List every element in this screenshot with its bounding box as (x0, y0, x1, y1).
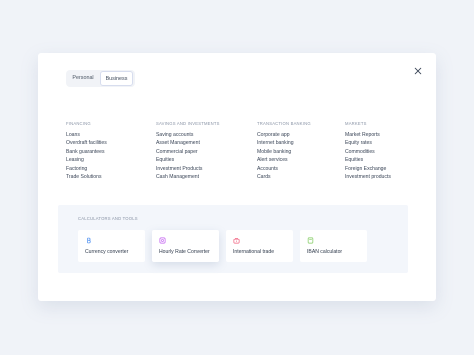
menu-link[interactable]: Asset Management (156, 139, 220, 147)
column-heading: SAVINGS AND INVESTMENTS (156, 121, 220, 126)
menu-link[interactable]: Commodities (345, 148, 391, 156)
menu-link[interactable]: Market Reports (345, 131, 391, 139)
tool-card-currency-converter[interactable]: Currency converter (78, 230, 145, 262)
menu-link[interactable]: Loans (66, 131, 107, 139)
toggle-personal[interactable]: Personal (66, 70, 100, 87)
menu-link[interactable]: Accounts (257, 165, 311, 173)
tool-card-label: Currency converter (85, 249, 129, 255)
clock-icon (159, 237, 166, 244)
close-button[interactable] (412, 64, 424, 76)
menu-link[interactable]: Investment products (345, 173, 391, 181)
menu-column-markets: MARKETS Market Reports Equity rates Comm… (345, 121, 391, 181)
menu-link[interactable]: Bank guarantees (66, 148, 107, 156)
menu-link[interactable]: Mobile banking (257, 148, 311, 156)
menu-column-savings: SAVINGS AND INVESTMENTS Saving accounts … (156, 121, 220, 181)
close-icon (414, 67, 422, 75)
menu-link[interactable]: Internet banking (257, 139, 311, 147)
navigation-panel: Personal Business FINANCING Loans Overdr… (38, 53, 436, 301)
tools-heading: CALCULATORS AND TOOLS (78, 216, 138, 221)
column-heading: FINANCING (66, 121, 91, 126)
menu-link[interactable]: Equities (156, 156, 220, 164)
tools-section: CALCULATORS AND TOOLS Currency converter… (58, 205, 408, 273)
menu-link[interactable]: Overdraft facilities (66, 139, 107, 147)
menu-link[interactable]: Trade Solutions (66, 173, 107, 181)
menu-link[interactable]: Foreign Exchange (345, 165, 391, 173)
tool-card-hourly-rate-converter[interactable]: Hourly Rate Converter (152, 230, 219, 262)
menu-link[interactable]: Saving accounts (156, 131, 220, 139)
column-heading: MARKETS (345, 121, 367, 126)
tool-card-label: International trade (233, 249, 275, 255)
column-heading: TRANSACTION BANKING (257, 121, 311, 126)
tool-card-label: IBAN calculator (307, 249, 343, 255)
account-type-toggle: Personal Business (66, 70, 135, 87)
menu-link[interactable]: Commercial paper (156, 148, 220, 156)
menu-link[interactable]: Cash Management (156, 173, 220, 181)
menu-link[interactable]: Equities (345, 156, 391, 164)
menu-link[interactable]: Corporate app (257, 131, 311, 139)
briefcase-icon (233, 237, 240, 244)
menu-link[interactable]: Investment Products (156, 165, 220, 173)
tool-card-international-trade[interactable]: International trade (226, 230, 293, 262)
menu-link[interactable]: Alert services (257, 156, 311, 164)
menu-link[interactable]: Equity rates (345, 139, 391, 147)
menu-column-transaction-banking: TRANSACTION BANKING Corporate app Intern… (257, 121, 311, 181)
toggle-business[interactable]: Business (100, 71, 133, 86)
menu-column-financing: FINANCING Loans Overdraft facilities Ban… (66, 121, 107, 181)
menu-link[interactable]: Cards (257, 173, 311, 181)
currency-icon (87, 237, 91, 244)
calculator-icon (307, 237, 314, 244)
tool-card-label: Hourly Rate Converter (159, 249, 210, 255)
tool-card-iban-calculator[interactable]: IBAN calculator (300, 230, 367, 262)
menu-link[interactable]: Leasing (66, 156, 107, 164)
menu-link[interactable]: Factoring (66, 165, 107, 173)
